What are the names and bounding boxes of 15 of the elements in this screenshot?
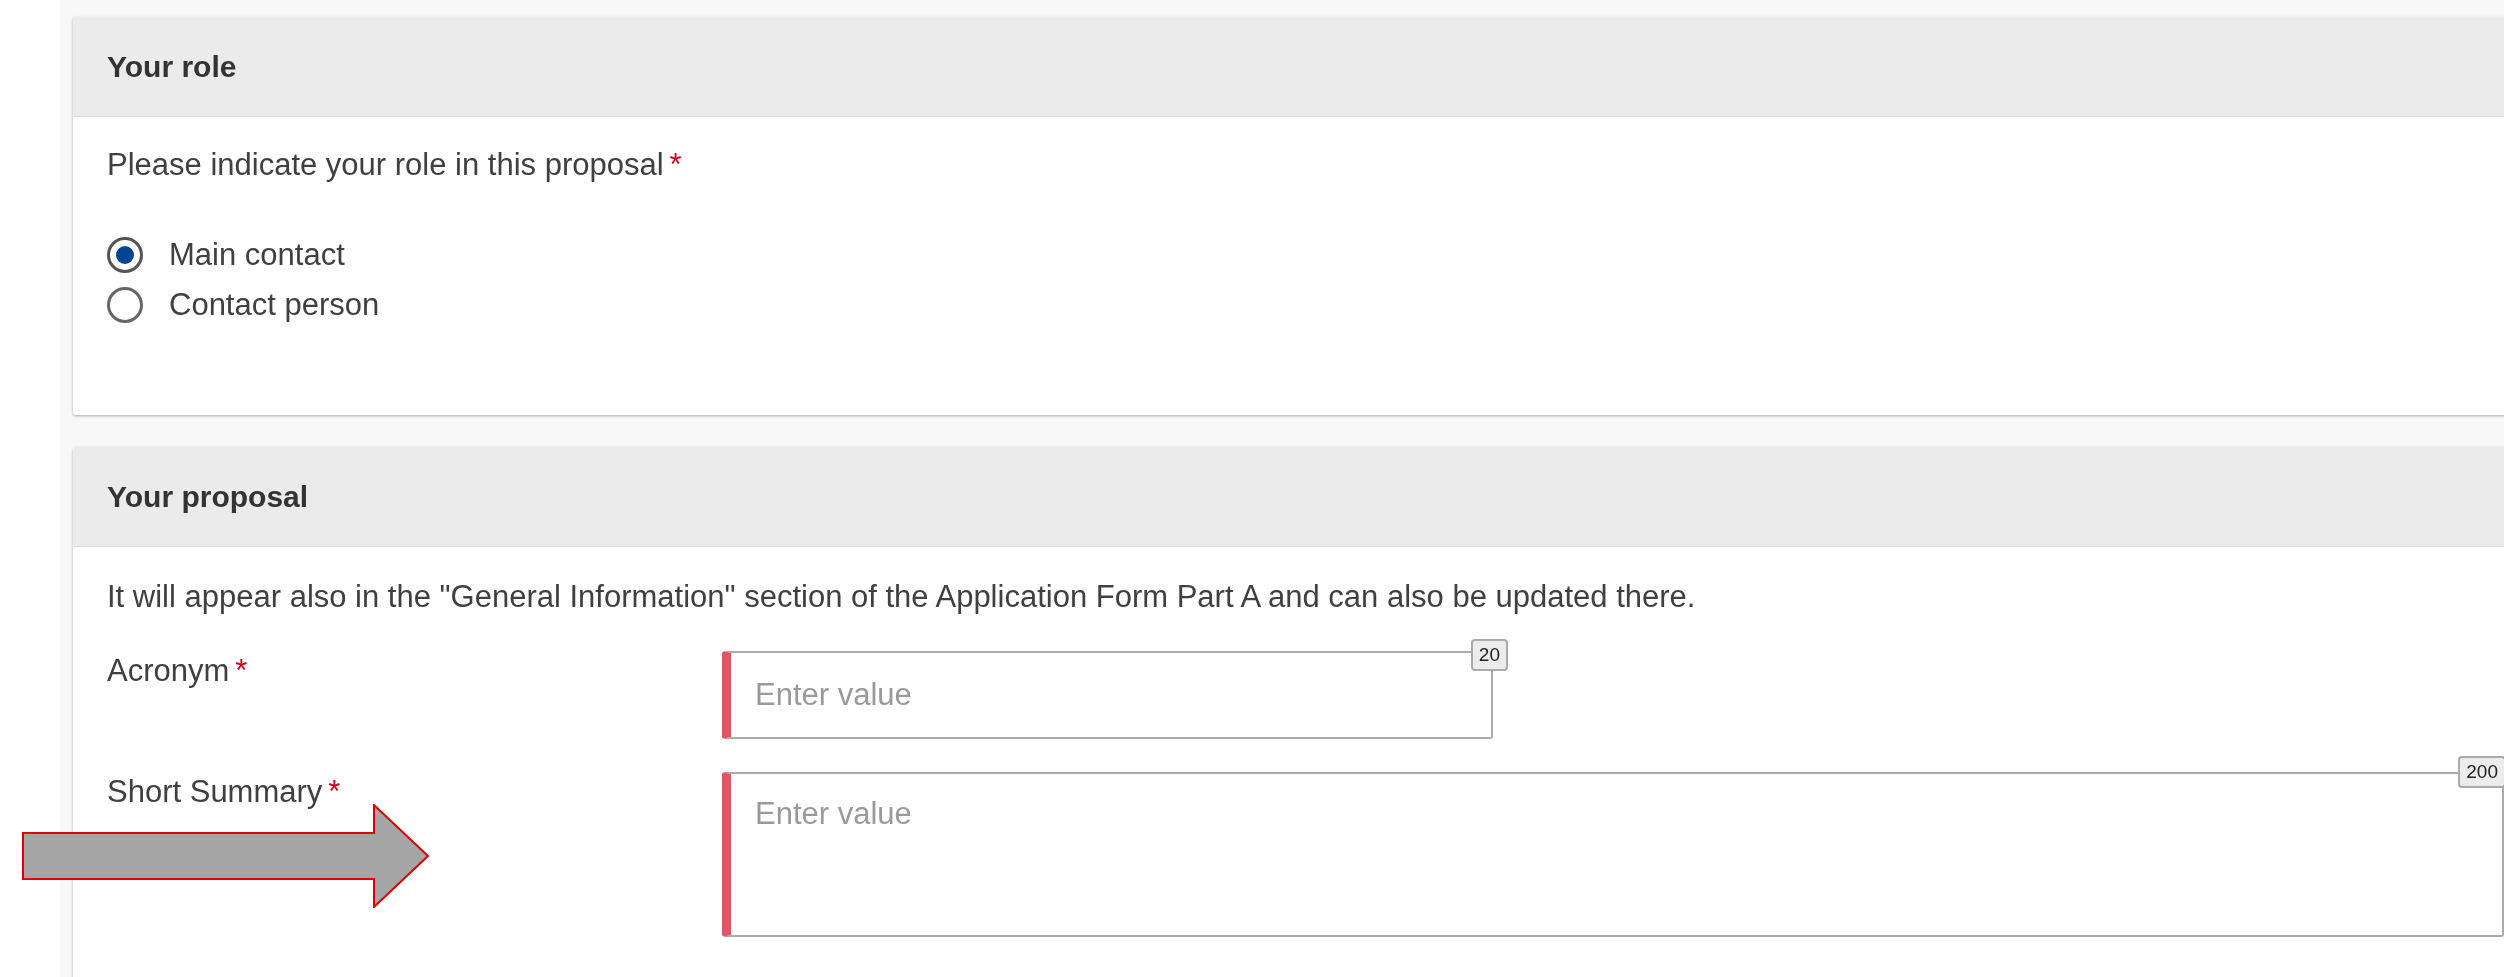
character-limit-badge: 200 (2458, 756, 2504, 788)
section-title: Your proposal (107, 479, 309, 514)
question-label: Please indicate your role in this proposal (107, 147, 664, 182)
field-label: Acronym (107, 653, 230, 688)
section-description: It will appear also in the "General Information" section of the Application Form Part A and can also be updated there. (107, 578, 1697, 613)
radio-button[interactable] (107, 287, 143, 323)
required-mark: * (669, 147, 682, 182)
required-mark: * (235, 653, 248, 688)
field-label: Short Summary (107, 774, 323, 809)
radio-button[interactable] (107, 237, 143, 273)
section-title: Your role (107, 49, 237, 84)
option-label: Main contact (169, 237, 345, 273)
required-mark: * (328, 774, 341, 809)
option-label: Contact person (169, 287, 380, 323)
character-limit-badge: 20 (1470, 639, 1508, 671)
